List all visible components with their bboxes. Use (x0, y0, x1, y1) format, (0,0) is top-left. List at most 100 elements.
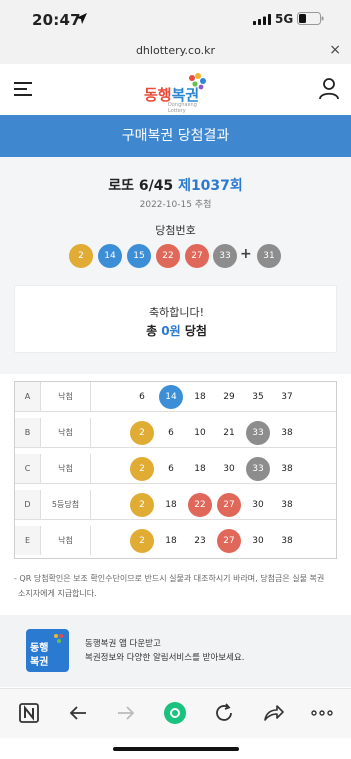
bonus-ball: 31 (257, 244, 281, 268)
ticket-row-e: E 낙첨 2 18 23 27 30 38 (15, 526, 336, 556)
ticket-number: 6 (168, 428, 174, 438)
row-result: 낙첨 (41, 382, 91, 411)
ticket-number-matched: 27 (217, 493, 241, 517)
plus-sign: + (240, 246, 252, 262)
winning-numbers-label: 당첨번호 (155, 224, 196, 237)
ticket-number-matched: 2 (130, 493, 154, 517)
logo-subtext: Donghaeng Lottery (168, 102, 197, 114)
app-icon-text: 복권 (30, 657, 49, 668)
prize-prefix: 총 (146, 324, 162, 338)
banner-line: 복권정보와 다양한 알림서비스를 받아보세요. (85, 653, 245, 663)
site-header: 동행복권 Donghaeng Lottery (0, 64, 351, 115)
user-icon[interactable] (319, 78, 339, 100)
ticket-number: 10 (194, 428, 206, 438)
row-id: A (15, 382, 41, 411)
draw-date: 2022-10-15 추첨 (139, 200, 212, 210)
row-result: 5등당첨 (41, 490, 91, 519)
ticket-number: 18 (165, 536, 177, 546)
ticket-number: 21 (223, 428, 235, 438)
app-icon-text: 동행 (30, 643, 49, 654)
row-result: 낙첨 (41, 526, 91, 555)
disclaimer-line: - QR 당첨확인은 보조 확인수단이므로 반드시 실물과 대조하시기 바라며,… (14, 574, 325, 583)
location-arrow-icon (76, 13, 87, 24)
ticket-number-matched: 33 (246, 457, 270, 481)
ticket-number-matched: 27 (217, 529, 241, 553)
forward-icon[interactable] (114, 701, 138, 725)
url-bar[interactable]: dhlottery.co.kr × (0, 40, 351, 64)
ticket-number: 38 (281, 464, 293, 474)
naver-icon[interactable] (17, 701, 41, 725)
banner-text: 동행복권 앱 다운받고 복권정보와 다양한 알림서비스를 받아보세요. (85, 637, 244, 665)
ticket-number: 18 (194, 392, 206, 402)
ticket-number: 6 (139, 392, 145, 402)
row-id: B (15, 418, 41, 447)
back-icon[interactable] (66, 701, 90, 725)
ticket-row-a: A 낙첨 6 14 18 29 35 37 (15, 382, 336, 412)
page-title: 구매복권 당첨결과 (0, 115, 351, 157)
home-indicator[interactable] (113, 747, 239, 751)
row-result: 낙첨 (41, 454, 91, 483)
row-id: E (15, 526, 41, 555)
ticket-number-matched: 14 (159, 385, 183, 409)
status-bar: 20:47 5G (0, 0, 351, 40)
ticket-row-b: B 낙첨 2 6 10 21 33 38 (15, 418, 336, 448)
congrats-text: 축하합니다! (148, 306, 204, 319)
ticket-number: 18 (165, 500, 177, 510)
winning-ball: 27 (185, 244, 209, 268)
ticket-number: 38 (281, 500, 293, 510)
winning-ball: 14 (98, 244, 122, 268)
ticket-table: A 낙첨 6 14 18 29 35 37 B 낙첨 2 6 10 21 33 … (14, 381, 337, 559)
winning-ball: 22 (156, 244, 180, 268)
ticket-row-d: D 5등당첨 2 18 22 27 30 38 (15, 490, 336, 520)
more-icon[interactable] (310, 701, 334, 725)
ticket-row-c: C 낙첨 2 6 18 30 33 38 (15, 454, 336, 484)
row-id: D (15, 490, 41, 519)
prize-total: 총 0원 당첨 (15, 322, 338, 339)
signal-icon (253, 14, 271, 25)
row-result: 낙첨 (41, 418, 91, 447)
ticket-number: 30 (252, 536, 264, 546)
winning-ball: 2 (69, 244, 93, 268)
ticket-number: 38 (281, 428, 293, 438)
ticket-number-matched: 2 (130, 421, 154, 445)
prize-amount: 0원 (161, 324, 181, 338)
browser-toolbar (0, 688, 351, 738)
ticket-number-matched: 33 (246, 421, 270, 445)
game-name: 로또 6/45 (108, 178, 174, 194)
reload-icon[interactable] (212, 701, 236, 725)
prize-suffix: 당첨 (180, 324, 207, 338)
ticket-number: 30 (252, 500, 264, 510)
row-id: C (15, 454, 41, 483)
ticket-number: 23 (194, 536, 206, 546)
logo-mark-icon (189, 73, 206, 90)
site-logo[interactable]: 동행복권 Donghaeng Lottery (142, 72, 212, 114)
banner-line: 동행복권 앱 다운받고 (85, 639, 161, 649)
ticket-number: 29 (223, 392, 235, 402)
close-icon[interactable]: × (329, 42, 341, 58)
disclaimer-line: 소지자에게 지급합니다. (18, 589, 97, 598)
draw-round: 제1037회 (178, 178, 243, 194)
ticket-number: 6 (168, 464, 174, 474)
disclaimer-note: - QR 당첨확인은 보조 확인수단이므로 반드시 실물과 대조하시기 바라며,… (14, 571, 340, 601)
home-icon[interactable] (163, 701, 187, 725)
hamburger-menu-icon[interactable] (14, 81, 32, 97)
url-text[interactable]: dhlottery.co.kr (0, 44, 351, 57)
ticket-number-matched: 2 (130, 457, 154, 481)
ticket-number: 37 (281, 392, 293, 402)
clock: 20:47 (32, 11, 81, 29)
ticket-number: 18 (194, 464, 206, 474)
share-icon[interactable] (261, 701, 285, 725)
battery-icon (297, 12, 324, 25)
winning-ball: 33 (213, 244, 237, 268)
app-download-banner[interactable]: 동행 복권 동행복권 앱 다운받고 복권정보와 다양한 알림서비스를 받아보세요… (0, 615, 351, 687)
network-type: 5G (275, 12, 294, 26)
app-logo-icon: 동행 복권 (26, 629, 69, 672)
ticket-number: 35 (252, 392, 264, 402)
app-logo-mark-icon (54, 634, 63, 643)
ticket-number-matched: 22 (188, 493, 212, 517)
result-card: 축하합니다! 총 0원 당첨 (14, 285, 337, 353)
draw-title: 로또 6/45 제1037회 (0, 175, 351, 195)
ticket-number-matched: 2 (130, 529, 154, 553)
ticket-number: 30 (223, 464, 235, 474)
ticket-number: 38 (281, 536, 293, 546)
